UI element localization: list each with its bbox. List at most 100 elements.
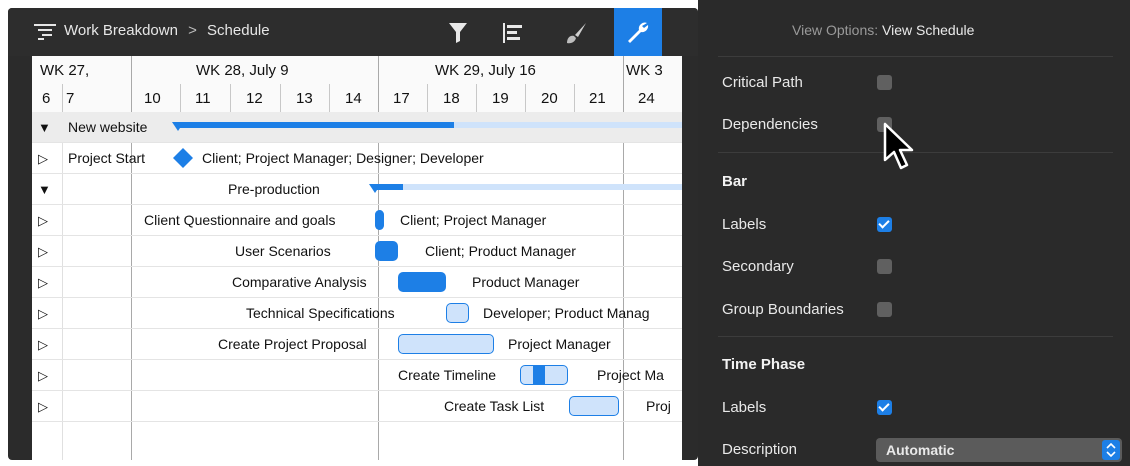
critical-path-label: Critical Path [722, 74, 803, 91]
group-summary-bar[interactable] [170, 119, 682, 135]
panel-title: View Options: View Schedule [792, 22, 974, 38]
task-assignees: Project Manager [508, 336, 611, 352]
table-row[interactable]: ▷ Client Questionnaire and goals Client;… [32, 205, 682, 236]
description-select-value: Automatic [886, 442, 955, 458]
day-divider [62, 84, 63, 112]
panel-title-prefix: View Options: [792, 22, 879, 38]
day-label: 11 [195, 90, 211, 107]
task-label: Pre-production [228, 181, 320, 197]
app-window: Work Breakdown > Schedule WK 27, WK 28, [0, 0, 1130, 466]
secondary-label: Secondary [722, 258, 794, 275]
expand-triangle-icon[interactable]: ▷ [38, 337, 48, 353]
day-divider [476, 84, 477, 112]
week-label: WK 29, July 16 [435, 62, 536, 79]
time-phase-labels-label: Labels [722, 399, 767, 416]
task-bar[interactable] [569, 396, 619, 416]
task-label: Create Task List [444, 398, 545, 414]
task-assignees: Client; Project Manager [400, 212, 547, 228]
time-phase-labels-checkbox[interactable] [877, 400, 892, 415]
expand-triangle-icon[interactable]: ▷ [38, 213, 48, 229]
group-boundaries-label: Group Boundaries [722, 301, 844, 318]
style-brush-icon[interactable] [556, 16, 596, 50]
day-divider [329, 84, 330, 112]
task-bar[interactable] [446, 303, 469, 323]
task-bar[interactable] [520, 365, 568, 385]
secondary-checkbox[interactable] [877, 259, 892, 274]
divider [718, 336, 1113, 337]
group-boundaries-checkbox[interactable] [877, 302, 892, 317]
table-row[interactable]: ▷ User Scenarios Client; Product Manager [32, 236, 682, 267]
table-row[interactable]: ▷ Comparative Analysis Product Manager [32, 267, 682, 298]
task-assignees: Developer; Product Manag [483, 305, 650, 321]
collapse-triangle-icon[interactable]: ▼ [38, 120, 51, 135]
task-assignees: Product Manager [472, 274, 580, 290]
table-row[interactable]: ▼ Pre-production [32, 174, 682, 205]
day-label: 24 [638, 90, 655, 107]
expand-triangle-icon[interactable]: ▷ [38, 151, 48, 167]
week-label: WK 28, July 9 [196, 62, 289, 79]
day-divider [230, 84, 231, 112]
task-assignees: Proj [646, 398, 671, 414]
collapse-triangle-icon[interactable]: ▼ [38, 182, 51, 197]
wrench-icon[interactable] [614, 8, 662, 56]
panel-title-value: View Schedule [882, 22, 975, 38]
bar-labels-label: Labels [722, 216, 767, 233]
task-label: Comparative Analysis [232, 274, 367, 290]
breadcrumb-parent[interactable]: Work Breakdown [64, 22, 178, 39]
task-bar[interactable] [398, 272, 446, 292]
table-row[interactable]: ▼ New website [32, 112, 682, 143]
gantt-view: Work Breakdown > Schedule WK 27, WK 28, [8, 8, 698, 460]
expand-triangle-icon[interactable]: ▷ [38, 368, 48, 384]
day-divider [525, 84, 526, 112]
table-row[interactable]: ▷ Create Project Proposal Project Manage… [32, 329, 682, 360]
task-label: Create Project Proposal [218, 336, 367, 352]
breadcrumb-current: Schedule [207, 22, 270, 39]
day-label: 10 [144, 90, 161, 107]
day-label: 18 [443, 90, 460, 107]
table-row[interactable]: ▷ Create Timeline Project Ma [32, 360, 682, 391]
critical-path-checkbox[interactable] [877, 75, 892, 90]
day-label: 13 [296, 90, 313, 107]
expand-triangle-icon[interactable]: ▷ [38, 244, 48, 260]
day-divider [427, 84, 428, 112]
task-label: Technical Specifications [246, 305, 395, 321]
day-divider [280, 84, 281, 112]
table-row[interactable]: ▷ Create Task List Proj [32, 391, 682, 422]
task-bar[interactable] [375, 241, 398, 261]
expand-triangle-icon[interactable]: ▷ [38, 275, 48, 291]
task-bar[interactable] [398, 334, 494, 354]
breadcrumb: Work Breakdown > Schedule [64, 22, 270, 39]
task-assignees: Client; Product Manager [425, 243, 576, 259]
filter-icon[interactable] [438, 16, 478, 50]
day-header-row: 6 7 10 11 12 13 14 17 18 19 20 21 24 [32, 84, 682, 113]
table-row[interactable]: ▷ Technical Specifications Developer; Pr… [32, 298, 682, 329]
expand-triangle-icon[interactable]: ▷ [38, 306, 48, 322]
day-divider [574, 84, 575, 112]
day-label: 17 [393, 90, 410, 107]
outline-menu-icon[interactable] [34, 24, 56, 45]
expand-triangle-icon[interactable]: ▷ [38, 399, 48, 415]
day-divider [180, 84, 181, 112]
bar-labels-checkbox[interactable] [877, 217, 892, 232]
task-assignees: Client; Project Manager; Designer; Devel… [202, 150, 484, 166]
group-summary-bar[interactable] [367, 181, 682, 197]
description-select[interactable]: Automatic [876, 438, 1122, 462]
week-header-row: WK 27, WK 28, July 9 WK 29, July 16 WK 3 [32, 56, 682, 85]
bar-section-heading: Bar [722, 173, 748, 190]
gantt-grid: WK 27, WK 28, July 9 WK 29, July 16 WK 3… [32, 56, 682, 460]
milestone-diamond[interactable] [172, 147, 194, 169]
day-label: 7 [66, 90, 75, 107]
week-label: WK 27, [40, 62, 90, 79]
day-label: 21 [589, 90, 606, 107]
breadcrumb-separator: > [188, 22, 197, 39]
task-bar[interactable] [375, 210, 384, 230]
description-label: Description [722, 441, 798, 458]
divider [718, 56, 1113, 57]
day-label: 20 [541, 90, 558, 107]
task-label: User Scenarios [235, 243, 331, 259]
toolbar: Work Breakdown > Schedule [8, 8, 698, 56]
view-options-panel: View Options: View Schedule Critical Pat… [698, 0, 1130, 466]
table-row[interactable]: ▷ Project Start Client; Project Manager;… [32, 143, 682, 174]
week-label: WK 3 [626, 62, 663, 79]
outline-icon[interactable] [493, 16, 533, 50]
